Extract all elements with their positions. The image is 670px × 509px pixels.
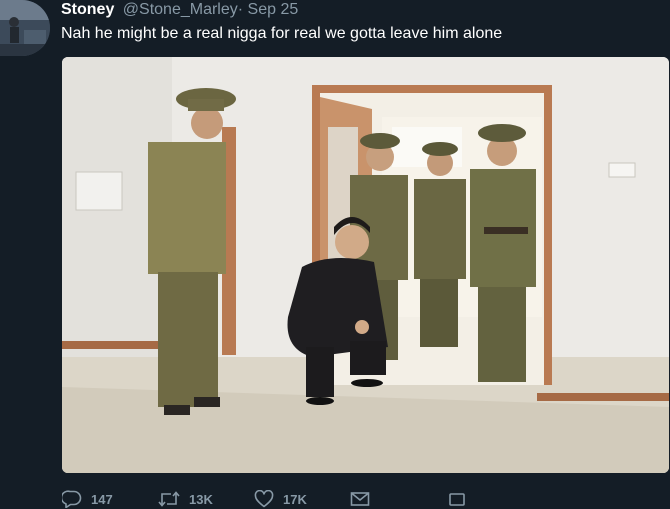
user-handle[interactable]: @Stone_Marley: [123, 1, 238, 18]
like-count: 17K: [283, 491, 307, 507]
direct-message-button[interactable]: [350, 489, 370, 509]
tweet-media-photo[interactable]: [62, 57, 669, 473]
tweet-action-bar: 147 13K 17K: [62, 489, 662, 509]
bookmark-icon: [449, 493, 465, 506]
retweet-button[interactable]: 13K: [158, 489, 213, 509]
tweet-header: Stoney @Stone_Marley· Sep 25: [61, 0, 298, 20]
reply-count: 147: [91, 491, 113, 507]
direct-message-icon: [350, 492, 370, 506]
like-icon: [254, 490, 274, 508]
header-separator: ·: [237, 1, 244, 18]
avatar-image: [0, 0, 50, 56]
display-name[interactable]: Stoney: [61, 1, 114, 18]
tweet: Stoney @Stone_Marley· Sep 25 Nah he migh…: [0, 0, 670, 509]
bookmark-button[interactable]: [447, 489, 467, 509]
avatar[interactable]: [0, 0, 50, 56]
retweet-icon: [158, 491, 180, 507]
tweet-text: Nah he might be a real nigga for real we…: [61, 25, 503, 42]
photo-scene: [62, 57, 669, 473]
like-button[interactable]: 17K: [254, 489, 307, 509]
tweet-date[interactable]: Sep 25: [248, 1, 299, 18]
reply-button[interactable]: 147: [62, 489, 113, 509]
retweet-count: 13K: [189, 491, 213, 507]
reply-icon: [62, 490, 82, 508]
